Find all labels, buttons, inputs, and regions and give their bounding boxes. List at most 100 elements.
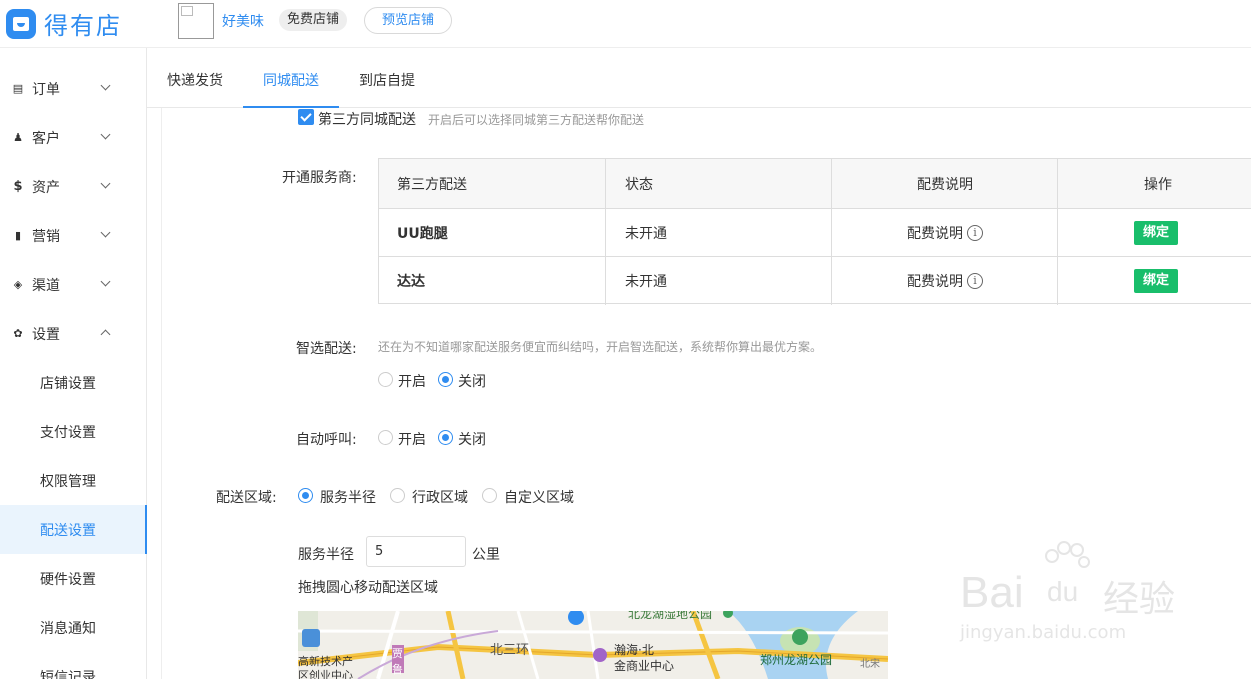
watermark-brand: Bai — [960, 568, 1024, 617]
sidebar-item-label: 设置 — [32, 326, 60, 343]
radio-label: 行政区域 — [412, 490, 468, 506]
store-logo-icon — [6, 8, 36, 39]
radio-label: 关闭 — [458, 374, 486, 390]
bind-cell: 绑定 — [1058, 209, 1251, 256]
header-status: 状态 — [625, 176, 653, 193]
area-custom-radio[interactable] — [482, 488, 497, 503]
sidebar-subitem-label: 消息通知 — [40, 621, 96, 637]
bar-chart-icon: ▮ — [14, 229, 22, 242]
chevron-down-icon — [100, 129, 111, 140]
radio-label: 服务半径 — [320, 490, 376, 506]
sidebar-item-label: 渠道 — [32, 277, 60, 294]
chevron-down-icon — [100, 227, 111, 238]
dollar-icon: $ — [13, 179, 23, 194]
third-party-hint: 开启后可以选择同城第三方配送帮你配送 — [428, 113, 645, 127]
store-name[interactable]: 好美味 — [222, 11, 264, 31]
radio-label: 开启 — [398, 432, 426, 448]
radio-label: 开启 — [398, 374, 426, 390]
radius-unit: 公里 — [472, 547, 500, 563]
providers-table: 第三方配送 状态 配费说明 操作 UU跑腿 未开通 配费说明 i 绑定 达达 未… — [378, 158, 1251, 305]
list-icon: ▤ — [12, 82, 24, 95]
map-label: 贾 — [392, 647, 403, 660]
sidebar-subitem-store-settings[interactable]: 店铺设置 — [0, 358, 146, 407]
info-icon[interactable]: i — [967, 273, 983, 289]
logo[interactable]: 得有店 — [6, 6, 122, 41]
map-park-marker[interactable] — [792, 629, 808, 645]
table-row: 达达 未开通 配费说明 i 绑定 — [379, 257, 1251, 305]
fee-info-label: 配费说明 — [907, 274, 963, 290]
sidebar-item-label: 客户 — [32, 130, 60, 147]
drag-hint: 拖拽圆心移动配送区域 — [298, 580, 438, 596]
sidebar-item-marketing[interactable]: ▮ 营销 — [0, 211, 146, 260]
tab-local-delivery[interactable]: 同城配送 — [263, 70, 319, 90]
sidebar-subitem-sms-records[interactable]: 短信记录 — [0, 652, 146, 679]
map-label: 郑州龙湖公园 — [760, 653, 833, 667]
auto-call-off-radio[interactable] — [438, 430, 453, 445]
store-avatar — [178, 3, 214, 39]
header-fee: 配费说明 — [917, 176, 973, 193]
area-district-radio[interactable] — [390, 488, 405, 503]
fee-info-label: 配费说明 — [907, 225, 963, 242]
watermark-product: 经验 — [1103, 579, 1176, 620]
sidebar-subitem-permissions[interactable]: 权限管理 — [0, 456, 146, 505]
sidebar-subitem-label: 权限管理 — [40, 474, 96, 490]
fee-info[interactable]: 配费说明 i — [832, 257, 1058, 305]
sidebar-item-orders[interactable]: ▤ 订单 — [0, 64, 146, 113]
sidebar-subitem-payment-settings[interactable]: 支付设置 — [0, 407, 146, 456]
watermark-url: jingyan.baidu.com — [960, 622, 1127, 643]
store-type-badge: 免费店铺 — [279, 9, 348, 31]
provider-status: 未开通 — [625, 274, 667, 290]
map-label: 北三环 — [490, 643, 530, 658]
sidebar-subitem-label: 短信记录 — [40, 670, 96, 679]
info-icon[interactable]: i — [967, 224, 983, 241]
sidebar-subitem-label: 店铺设置 — [40, 376, 96, 392]
map-label: 北龙湖湿地公园 — [628, 611, 713, 621]
sidebar-item-assets[interactable]: $ 资产 — [0, 162, 146, 211]
auto-call-on-radio[interactable] — [378, 430, 393, 445]
sidebar-subitem-hardware-settings[interactable]: 硬件设置 — [0, 554, 146, 603]
sidebar-item-channels[interactable]: ◈ 渠道 — [0, 260, 146, 309]
area-radius-radio[interactable] — [298, 488, 313, 503]
column-divider — [605, 159, 606, 305]
sidebar-item-label: 营销 — [32, 228, 60, 245]
header-action: 操作 — [1144, 176, 1172, 193]
map-label: 金商业中心 — [614, 659, 675, 673]
delivery-area-label: 配送区域: — [216, 490, 277, 506]
sidebar-item-settings[interactable]: ✿ 设置 — [0, 309, 146, 358]
bind-button[interactable]: 绑定 — [1134, 269, 1178, 293]
auto-call-label: 自动呼叫: — [296, 432, 357, 448]
chevron-up-icon — [100, 329, 111, 340]
third-party-checkbox-label: 第三方同城配送 — [318, 112, 416, 128]
layers-icon: ◈ — [13, 278, 23, 291]
header-provider: 第三方配送 — [397, 176, 467, 193]
bind-button[interactable]: 绑定 — [1134, 220, 1178, 245]
sidebar-subitem-delivery-settings[interactable]: 配送设置 — [0, 505, 147, 554]
radius-input[interactable] — [366, 536, 466, 567]
sidebar-subitem-label: 配送设置 — [40, 523, 96, 539]
gear-icon: ✿ — [13, 327, 23, 340]
providers-label: 开通服务商: — [282, 170, 357, 186]
delivery-tabs: 快递发货 同城配送 到店自提 — [147, 48, 1251, 108]
chevron-down-icon — [100, 80, 111, 91]
fee-info[interactable]: 配费说明 i — [832, 209, 1058, 256]
tab-pickup[interactable]: 到店自提 — [359, 70, 415, 90]
delivery-map[interactable]: 北龙湖湿地公园 北三环 瀚海·北 金商业中心 郑州龙湖公园 北宋 高新技术产 区… — [298, 611, 888, 679]
provider-status: 未开通 — [625, 225, 667, 242]
bind-cell: 绑定 — [1058, 257, 1251, 305]
sidebar-subitem-notifications[interactable]: 消息通知 — [0, 603, 146, 652]
sidebar-item-customers[interactable]: ♟ 客户 — [0, 113, 146, 162]
preview-store-button[interactable]: 预览店铺 — [364, 7, 452, 34]
map-label: 北宋 — [860, 659, 880, 670]
map-poi-marker[interactable] — [593, 648, 607, 662]
smart-delivery-hint: 还在为不知道哪家配送服务便宜而纠结吗，开启智选配送，系统帮你算出最优方案。 — [378, 340, 823, 354]
smart-delivery-off-radio[interactable] — [438, 372, 453, 387]
map-label: 鲁 — [392, 663, 403, 676]
tab-express[interactable]: 快递发货 — [167, 70, 223, 90]
map-canvas — [298, 611, 888, 679]
radius-label: 服务半径 — [298, 547, 354, 563]
smart-delivery-on-radio[interactable] — [378, 372, 393, 387]
active-tab-indicator — [243, 106, 339, 108]
third-party-checkbox[interactable] — [298, 109, 314, 125]
content-divider — [161, 108, 162, 679]
map-label: 区创业中心 — [298, 669, 353, 679]
